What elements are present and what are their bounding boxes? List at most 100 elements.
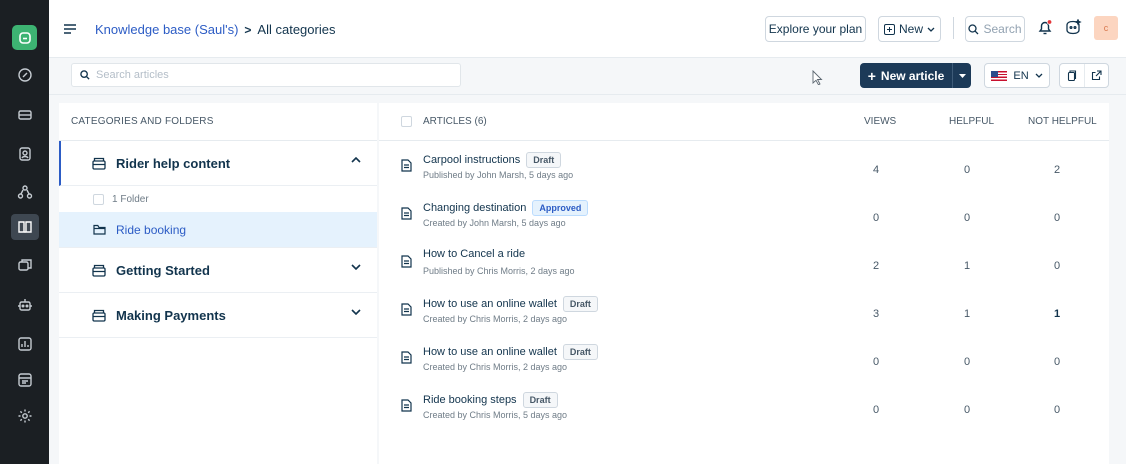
document-icon xyxy=(401,399,412,412)
article-row[interactable]: Ride booking steps Draft Created by Chri… xyxy=(379,383,1109,431)
groups-icon[interactable] xyxy=(14,181,36,203)
new-article-button[interactable]: + New article xyxy=(860,63,971,88)
views-column-header[interactable]: VIEWS xyxy=(864,116,896,127)
category-box-icon xyxy=(92,264,106,277)
language-selector[interactable]: EN xyxy=(984,63,1050,88)
views-count: 2 xyxy=(872,260,880,272)
explore-plan-button[interactable]: Explore your plan xyxy=(765,16,866,42)
search-icon xyxy=(968,23,979,34)
plus-box-icon xyxy=(883,23,895,35)
explore-plan-label: Explore your plan xyxy=(768,22,863,36)
helpful-count: 0 xyxy=(963,404,971,416)
caret-down-icon xyxy=(958,73,966,78)
views-count: 0 xyxy=(872,404,880,416)
helpful-count: 0 xyxy=(963,212,971,224)
chevron-down-icon[interactable] xyxy=(351,264,361,270)
article-search-box[interactable] xyxy=(71,63,461,87)
document-icon xyxy=(401,303,412,316)
categories-heading: CATEGORIES AND FOLDERS xyxy=(59,103,377,141)
category-label: Rider help content xyxy=(116,155,231,171)
dashboard-icon[interactable] xyxy=(14,64,36,86)
category-label: Getting Started xyxy=(116,262,210,278)
article-meta: Published by John Marsh, 5 days ago xyxy=(423,170,574,180)
article-row[interactable]: Changing destination Approved Created by… xyxy=(379,191,1109,239)
category-rider-help-content[interactable]: Rider help content xyxy=(59,141,377,186)
external-link-icon[interactable] xyxy=(1083,64,1109,87)
admin-icon[interactable] xyxy=(14,369,36,391)
new-dropdown-button[interactable]: New xyxy=(878,16,941,42)
header-divider xyxy=(953,17,954,39)
article-row[interactable]: How to use an online wallet Draft Create… xyxy=(379,335,1109,383)
bots-icon[interactable] xyxy=(14,294,36,316)
copy-icon[interactable] xyxy=(1060,64,1084,87)
new-article-options-toggle[interactable] xyxy=(952,63,971,88)
view-actions-group xyxy=(1059,63,1109,88)
not-helpful-column-header[interactable]: NOT HELPFUL xyxy=(1028,116,1097,127)
new-label: New xyxy=(898,22,923,36)
user-avatar[interactable]: c xyxy=(1094,16,1118,40)
contacts-icon[interactable] xyxy=(14,143,36,165)
plus-icon: + xyxy=(867,67,876,84)
status-badge: Approved xyxy=(532,200,589,216)
views-count: 4 xyxy=(872,164,880,176)
article-title[interactable]: Ride booking steps xyxy=(423,394,517,406)
document-icon xyxy=(401,351,412,364)
articles-panel: ARTICLES (6) VIEWS HELPFUL NOT HELPFUL C… xyxy=(379,103,1109,464)
helpful-count: 0 xyxy=(963,164,971,176)
article-title-line: How to use an online wallet Draft xyxy=(423,296,598,312)
article-search-input[interactable] xyxy=(96,69,436,81)
article-title[interactable]: How to Cancel a ride xyxy=(423,248,525,260)
not-helpful-count: 0 xyxy=(1053,404,1061,416)
category-getting-started[interactable]: Getting Started xyxy=(59,248,377,293)
article-row[interactable]: How to use an online wallet Draft Create… xyxy=(379,287,1109,335)
article-meta: Created by Chris Morris, 5 days ago xyxy=(423,410,568,420)
new-article-label: New article xyxy=(880,68,945,83)
status-badge: Draft xyxy=(562,344,598,360)
folder-ride-booking[interactable]: Ride booking xyxy=(59,212,377,248)
global-search-button[interactable]: Search xyxy=(965,16,1025,42)
knowledge-base-icon[interactable] xyxy=(11,214,39,240)
app-logo-icon[interactable] xyxy=(12,25,37,50)
global-search-label: Search xyxy=(983,22,1022,36)
article-title-line: How to use an online wallet Draft xyxy=(423,344,598,360)
category-box-icon xyxy=(92,157,106,170)
notifications-bell-icon[interactable] xyxy=(1037,19,1053,39)
menu-toggle-icon[interactable] xyxy=(64,23,76,37)
folder-checkbox[interactable] xyxy=(93,193,104,205)
chevron-down-icon xyxy=(1035,73,1043,78)
category-making-payments[interactable]: Making Payments xyxy=(59,293,377,338)
breadcrumb: Knowledge base (Saul's) > All categories xyxy=(95,22,335,37)
document-icon xyxy=(401,255,412,268)
settings-gear-icon[interactable] xyxy=(14,405,36,427)
article-title[interactable]: Carpool instructions xyxy=(423,154,520,166)
chevron-down-icon[interactable] xyxy=(351,309,361,315)
us-flag-icon xyxy=(991,70,1008,81)
main-content: CATEGORIES AND FOLDERS Rider help conten… xyxy=(49,95,1126,464)
select-all-checkbox[interactable] xyxy=(401,116,412,127)
not-helpful-count: 0 xyxy=(1053,212,1061,224)
chevron-down-icon xyxy=(927,27,935,32)
article-meta: Created by Chris Morris, 2 days ago xyxy=(423,314,568,324)
folder-count-row: 1 Folder xyxy=(59,186,377,212)
article-meta: Created by John Marsh, 5 days ago xyxy=(423,218,566,228)
article-title[interactable]: Changing destination xyxy=(423,202,526,214)
breadcrumb-root-link[interactable]: Knowledge base (Saul's) xyxy=(95,22,238,37)
freddy-ai-icon[interactable] xyxy=(1064,18,1082,39)
helpful-count: 0 xyxy=(963,356,971,368)
categories-panel: CATEGORIES AND FOLDERS Rider help conten… xyxy=(59,103,377,464)
article-row[interactable]: How to Cancel a ride Published by Chris … xyxy=(379,239,1109,287)
new-article-main[interactable]: + New article xyxy=(860,63,952,88)
article-title[interactable]: How to use an online wallet xyxy=(423,298,557,310)
article-title-line: Carpool instructions Draft xyxy=(423,152,562,168)
article-title-line: How to Cancel a ride xyxy=(423,248,525,260)
article-title-line: Changing destination Approved xyxy=(423,200,589,216)
reports-icon[interactable] xyxy=(14,333,36,355)
helpful-column-header[interactable]: HELPFUL xyxy=(949,116,994,127)
chevron-up-icon[interactable] xyxy=(351,157,361,163)
tickets-icon[interactable] xyxy=(14,104,36,126)
status-badge: Draft xyxy=(562,296,598,312)
article-title[interactable]: How to use an online wallet xyxy=(423,346,557,358)
forums-icon[interactable] xyxy=(14,254,36,276)
helpful-count: 1 xyxy=(963,308,971,320)
article-row[interactable]: Carpool instructions Draft Published by … xyxy=(379,143,1109,191)
